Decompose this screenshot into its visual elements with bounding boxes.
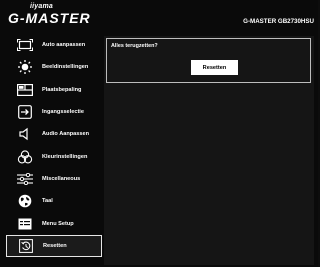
dialog-question: Alles terugzetten? xyxy=(111,43,158,49)
auto-adjust-icon xyxy=(16,38,34,52)
color-icon xyxy=(16,149,34,164)
menu-item-miscellaneous[interactable]: Miscellaneous xyxy=(6,168,102,190)
reset-button[interactable]: Resetten xyxy=(191,60,238,75)
menu-item-color-settings[interactable]: Kleurinstellingen xyxy=(6,145,102,167)
menu-item-auto-adjust[interactable]: Auto aanpassen xyxy=(6,34,102,56)
menu-item-label: Plaatsbepaling xyxy=(42,86,82,93)
menu-item-audio[interactable]: Audio Aanpassen xyxy=(6,123,102,145)
model-name: G-MASTER GB2730HSU xyxy=(243,18,314,25)
speaker-icon xyxy=(16,127,34,141)
menu-item-position[interactable]: Plaatsbepaling xyxy=(6,79,102,101)
menu-item-label: Audio Aanpassen xyxy=(42,131,90,138)
menu-item-label: Kleurinstellingen xyxy=(42,153,88,160)
input-icon xyxy=(16,105,34,119)
menu-item-reset[interactable]: Resetten xyxy=(6,234,102,257)
menu-item-menu-setup[interactable]: Menu Setup xyxy=(6,212,102,234)
menu-item-input-select[interactable]: Ingangsselectie xyxy=(6,101,102,123)
menu-item-label: Beeldinstellingen xyxy=(42,64,89,71)
menu-item-label: Taal xyxy=(42,198,53,205)
menu-item-picture-settings[interactable]: Beeldinstellingen xyxy=(6,56,102,78)
menu-item-language[interactable]: Taal xyxy=(6,190,102,212)
menu-item-label: Resetten xyxy=(43,242,67,249)
brightness-icon xyxy=(16,60,34,75)
menu-item-label: Auto aanpassen xyxy=(42,42,86,49)
brand-logo: G-MASTER xyxy=(8,10,91,26)
menu-item-label: Miscellaneous xyxy=(42,175,81,182)
reset-dialog: Alles terugzetten? Resetten xyxy=(106,38,311,83)
globe-icon xyxy=(16,194,34,208)
brand-subtitle: iiyama xyxy=(30,3,53,10)
menu-setup-icon xyxy=(16,217,34,231)
sliders-icon xyxy=(16,172,34,186)
menu-item-label: Ingangsselectie xyxy=(42,109,84,116)
osd-menu: iiyama G-MASTER G-MASTER GB2730HSU Auto … xyxy=(0,0,318,267)
reset-icon xyxy=(17,238,35,253)
position-icon xyxy=(16,83,34,97)
header: iiyama G-MASTER G-MASTER GB2730HSU xyxy=(0,0,318,30)
sidebar-menu: Auto aanpassen Beeldinstellingen Plaatsb… xyxy=(6,34,102,257)
menu-item-label: Menu Setup xyxy=(42,220,74,227)
